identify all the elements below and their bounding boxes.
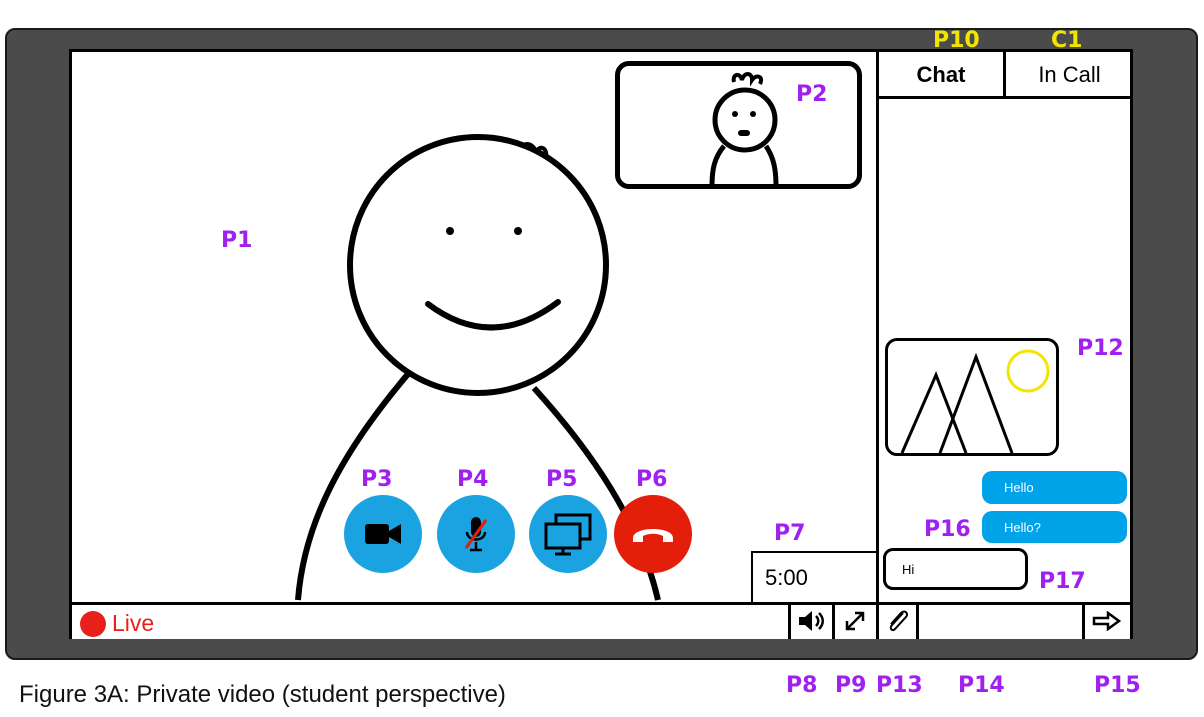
label-p12: P12 [1077,336,1124,361]
video-camera-icon [365,524,401,544]
toolbar-divider [1082,602,1085,639]
label-p14: P14 [958,673,1005,698]
tab-underline [879,96,1130,99]
hang-up-button[interactable] [614,495,692,573]
chat-bubble-received: Hi [883,548,1028,590]
label-c1: C1 [1051,28,1083,53]
toolbar-divider [876,602,879,639]
live-indicator: Live [112,610,155,636]
shared-image-message[interactable] [885,338,1059,456]
screen-share-button[interactable] [529,495,607,573]
speaker-icon [799,611,824,631]
label-p4: P4 [457,467,489,492]
tab-in-call[interactable]: In Call [1009,52,1130,98]
hang-up-icon [633,529,673,542]
send-arrow-icon [1092,611,1122,631]
toolbar-divider [832,602,835,639]
label-p5: P5 [546,467,578,492]
fullscreen-icon [845,611,865,631]
label-p17: P17 [1039,569,1086,594]
label-p6: P6 [636,467,668,492]
label-p2: P2 [796,82,828,107]
screen-share-icon [544,513,592,556]
label-p3: P3 [361,467,393,492]
chat-panel-divider [876,52,879,602]
toolbar-divider [788,602,791,639]
chat-bubble-sent: Hello? [982,511,1127,543]
label-p10: P10 [933,28,980,53]
paperclip-icon [889,610,909,632]
call-timer: 5:00 [751,551,877,602]
microphone-toggle-button[interactable] [437,495,515,573]
volume-button[interactable] [793,606,829,636]
image-placeholder-icon [900,349,1050,454]
label-p15: P15 [1094,673,1141,698]
self-view-thumbnail[interactable] [615,61,862,189]
tab-chat[interactable]: Chat [879,52,1006,98]
send-button[interactable] [1086,606,1128,636]
live-dot-icon [80,611,106,637]
chat-message-input[interactable] [919,605,1082,636]
label-p16: P16 [924,517,971,542]
fullscreen-button[interactable] [837,606,873,636]
microphone-muted-icon [464,517,488,552]
attach-file-button[interactable] [880,606,916,636]
figure-caption: Figure 3A: Private video (student perspe… [19,681,506,708]
label-p9: P9 [835,673,867,698]
label-p7: P7 [774,521,806,546]
label-p13: P13 [876,673,923,698]
label-p1: P1 [221,228,253,253]
chat-bubble-sent: Hello [982,471,1127,504]
label-p8: P8 [786,673,818,698]
camera-toggle-button[interactable] [344,495,422,573]
